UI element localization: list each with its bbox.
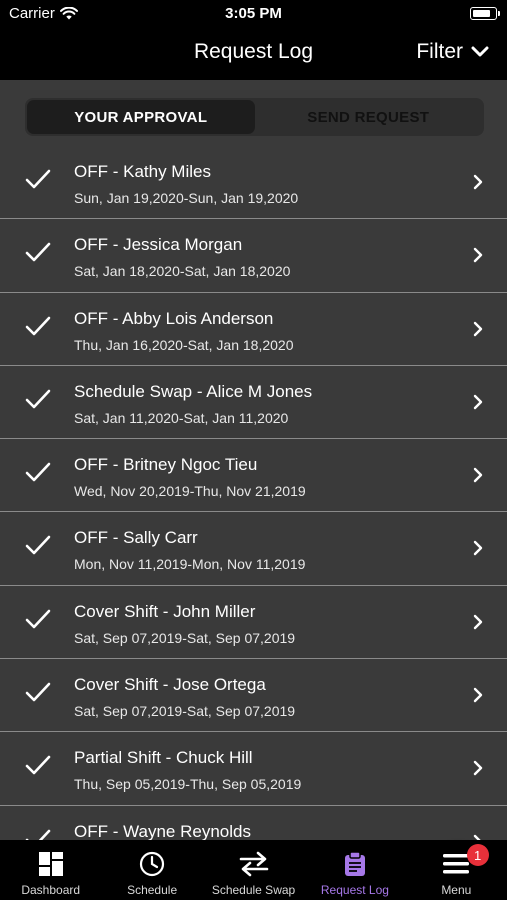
request-title: OFF - Britney Ngoc Tieu [74,455,258,475]
chevron-right-icon [473,248,483,263]
request-title: OFF - Abby Lois Anderson [74,308,274,328]
chevron-right-icon [473,614,483,629]
swap-icon [239,851,269,877]
request-dates: Sat, Jan 18,2020-Sat, Jan 18,2020 [74,263,291,280]
tab-label: Dashboard [21,883,81,897]
tab-dashboard[interactable]: Dashboard [0,840,101,900]
request-row[interactable]: OFF - Jessica Morgan Sat, Jan 18,2020-Sat… [0,219,507,293]
tab-label: Request Log [320,883,389,897]
request-row[interactable]: Partial Shift - Chuck Hill Thu, Sep 05,20… [0,732,507,806]
request-dates: Sun, Jan 19,2020-Sun, Jan 19,2020 [74,190,299,206]
request-title: Cover Shift - John Miller [74,601,256,621]
navigation-bar: Request Log Filter [0,30,507,80]
chevron-right-icon [473,687,483,703]
request-dates: Wed, Nov 20,2019-Thu, Nov 21,2019 [74,483,306,500]
request-dates: Sat, Sep 07,2019-Sat, Sep 07,2019 [74,629,296,646]
segment-send-request[interactable]: SEND REQUEST [255,100,483,134]
request-dates: Thu, Sep 05,2019-Thu, Sep 05,2019 [74,776,302,793]
tab-request-log[interactable]: Request Log [304,840,405,900]
chevron-right-icon [473,394,483,410]
chevron-right-icon [473,761,483,776]
request-title: Cover Shift - Jose Ortega [74,675,266,695]
request-list: OFF - Kathy Miles Sun, Jan 19,2020-Sun, J… [0,146,507,840]
chevron-right-icon [473,321,483,336]
request-row[interactable]: Cover Shift - Jose Ortega Sat, Sep 07,201… [0,659,507,733]
tab-menu[interactable]: Menu 1 [406,840,507,900]
chevron-right-icon [473,174,483,190]
checkmark-icon [25,682,51,702]
checkmark-icon [25,609,51,629]
status-bar: Carrier 3:05 PM [0,0,507,30]
request-dates: Sat, Sep 07,2019-Sat, Sep 07,2019 [74,703,296,720]
checkmark-icon [25,756,51,775]
request-row[interactable]: OFF - Kathy Miles Sun, Jan 19,2020-Sun, J… [0,146,507,220]
chevron-right-icon [473,467,483,483]
checkmark-icon [25,389,51,409]
request-title: OFF - Jessica Morgan [74,235,243,255]
request-dates: Mon, Nov 11,2019-Mon, Nov 11,2019 [74,556,306,573]
tab-label: Schedule Swap [211,883,296,897]
chevron-down-icon [471,46,489,57]
notification-badge: 1 [466,844,489,866]
request-row[interactable]: OFF - Abby Lois Anderson Thu, Jan 16,2020… [0,293,507,366]
request-title: OFF - Kathy Miles [74,162,211,181]
tab-schedule[interactable]: Schedule [101,840,202,900]
tab-label: Menu [441,883,472,897]
checkmark-icon [25,829,51,840]
main-content: YOUR APPROVAL SEND REQUEST OFF - Kathy M… [0,80,507,840]
request-dates: Sat, Jan 11,2020-Sat, Jan 11,2020 [74,409,289,426]
request-title: Schedule Swap - Alice M Jones [74,381,313,401]
battery-level [472,9,491,17]
request-title: OFF - Wayne Reynolds [74,821,251,840]
tab-schedule-swap[interactable]: Schedule Swap [203,840,304,900]
checkmark-icon [25,536,51,555]
checkmark-icon [25,169,51,189]
dashboard-icon [38,851,64,877]
request-row[interactable]: OFF - Britney Ngoc Tieu Wed, Nov 20,2019-… [0,439,507,513]
request-row[interactable]: Schedule Swap - Alice M Jones Sat, Jan 11… [0,366,507,440]
request-title: OFF - Sally Carr [74,528,198,548]
request-row[interactable]: Cover Shift - John Miller Sat, Sep 07,201… [0,586,507,660]
status-time: 3:05 PM [225,5,282,22]
segment-your-approval[interactable]: YOUR APPROVAL [27,100,255,134]
segmented-control: YOUR APPROVAL SEND REQUEST [25,98,484,136]
request-row[interactable]: OFF - Sally Carr Mon, Nov 11,2019-Mon, No… [0,512,507,586]
request-row[interactable]: OFF - Wayne Reynolds [0,806,507,840]
filter-button[interactable]: Filter [416,40,489,64]
battery-icon [470,7,500,20]
checkmark-icon [25,462,51,482]
clipboard-icon [343,851,367,877]
request-title: Partial Shift - Chuck Hill [74,748,253,768]
filter-label: Filter [416,40,463,63]
tab-label: Schedule [127,883,178,897]
tab-bar: Dashboard Schedule Schedule Swap Request Lo… [0,840,507,900]
checkmark-icon [25,242,51,262]
clock-icon [139,851,165,877]
request-dates: Thu, Jan 16,2020-Sat, Jan 18,2020 [74,336,294,353]
chevron-right-icon [473,541,483,556]
checkmark-icon [25,316,51,335]
